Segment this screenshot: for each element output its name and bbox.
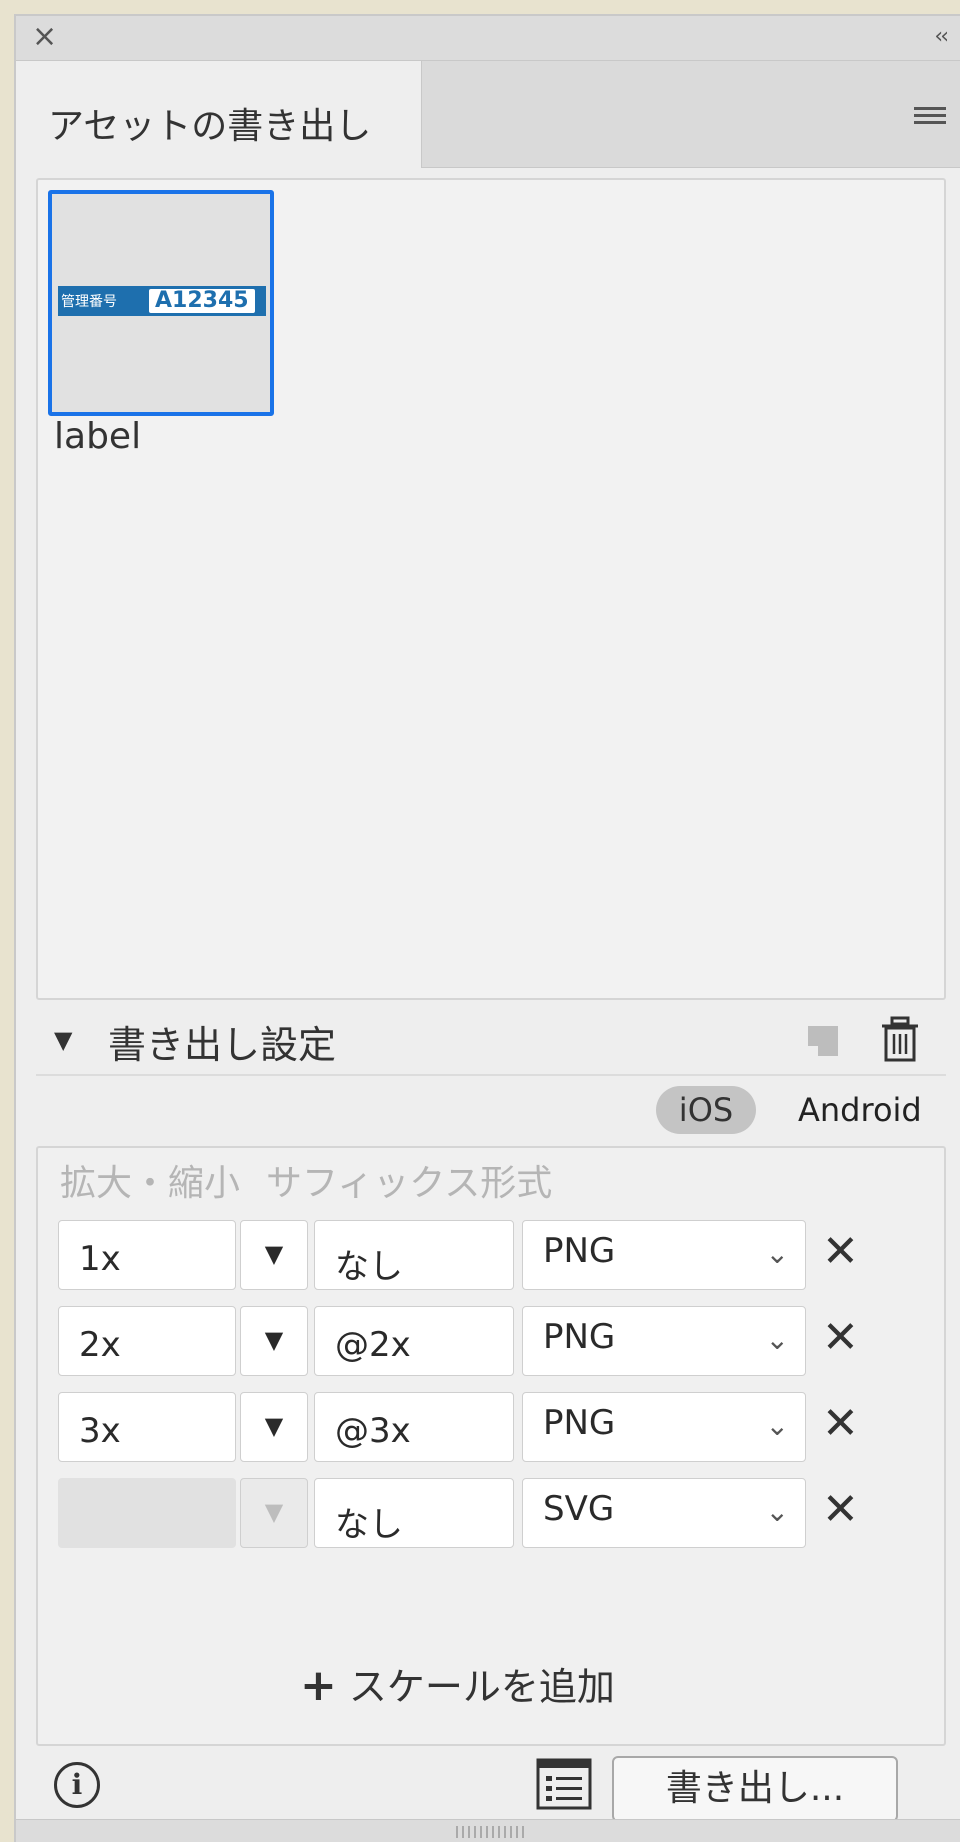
format-value: SVG bbox=[543, 1489, 615, 1529]
disclosure-triangle-icon[interactable]: ▼ bbox=[54, 1026, 72, 1054]
tab-bar: アセットの書き出し bbox=[16, 61, 960, 168]
format-select[interactable]: PNG ⌄ bbox=[522, 1306, 806, 1376]
export-button[interactable]: 書き出し... bbox=[612, 1756, 898, 1822]
format-value: PNG bbox=[543, 1403, 616, 1443]
chevron-down-icon: ⌄ bbox=[765, 1495, 789, 1528]
format-select[interactable]: PNG ⌄ bbox=[522, 1220, 806, 1290]
asset-export-panel: × ‹‹ アセットの書き出し 管理番号 A12345 label ▼ 書き出し設… bbox=[14, 14, 960, 1842]
panel-titlebar: × ‹‹ bbox=[16, 16, 960, 61]
remove-row-icon[interactable]: ✕ bbox=[822, 1480, 859, 1540]
panel-footer: i 書き出し... bbox=[36, 1756, 946, 1822]
plus-icon: + bbox=[300, 1660, 337, 1711]
scale-dropdown-icon[interactable]: ▼ bbox=[240, 1392, 308, 1462]
tab-label: アセットの書き出し bbox=[48, 106, 372, 147]
preview-tag-text: 管理番号 bbox=[61, 294, 117, 310]
asset-name[interactable]: label bbox=[54, 416, 141, 457]
add-scale-button[interactable]: + スケールを追加 bbox=[300, 1656, 615, 1711]
column-headers: 拡大・縮小 サフィックス形式 bbox=[60, 1154, 578, 1206]
info-icon[interactable]: i bbox=[54, 1762, 100, 1808]
trash-icon[interactable] bbox=[878, 1016, 922, 1064]
duplicate-icon[interactable] bbox=[808, 1026, 838, 1056]
scale-input bbox=[58, 1478, 236, 1548]
scale-row: 1x ▼ なし PNG ⌄ ✕ bbox=[58, 1220, 878, 1292]
chevron-down-icon: ⌄ bbox=[765, 1323, 789, 1356]
resize-bar bbox=[16, 1819, 960, 1842]
column-header-format: 形式 bbox=[480, 1163, 553, 1204]
format-select[interactable]: PNG ⌄ bbox=[522, 1392, 806, 1462]
add-scale-label: スケールを追加 bbox=[348, 1665, 615, 1709]
suffix-input[interactable]: @2x bbox=[314, 1306, 514, 1376]
hamburger-menu-icon[interactable] bbox=[914, 107, 946, 128]
remove-row-icon[interactable]: ✕ bbox=[822, 1308, 859, 1368]
format-value: PNG bbox=[543, 1231, 616, 1271]
format-value: PNG bbox=[543, 1317, 616, 1357]
chevron-down-icon: ⌄ bbox=[765, 1237, 789, 1270]
scale-dropdown-icon[interactable]: ▼ bbox=[240, 1220, 308, 1290]
asset-preview: 管理番号 A12345 bbox=[58, 286, 266, 316]
scale-input[interactable]: 3x bbox=[58, 1392, 236, 1462]
close-icon[interactable]: × bbox=[32, 22, 57, 52]
scale-input[interactable]: 1x bbox=[58, 1220, 236, 1290]
assets-area: 管理番号 A12345 label bbox=[36, 178, 946, 1000]
section-title: 書き出し設定 bbox=[108, 1023, 337, 1067]
scale-input[interactable]: 2x bbox=[58, 1306, 236, 1376]
suffix-input[interactable]: なし bbox=[314, 1478, 514, 1548]
chevron-down-icon: ⌄ bbox=[765, 1409, 789, 1442]
scale-row: ▼ なし SVG ⌄ ✕ bbox=[58, 1478, 878, 1550]
collapse-icon[interactable]: ‹‹ bbox=[934, 24, 949, 49]
suffix-input[interactable]: なし bbox=[314, 1220, 514, 1290]
asset-thumbnail[interactable]: 管理番号 A12345 bbox=[48, 190, 274, 416]
resize-grip-icon[interactable] bbox=[456, 1826, 526, 1838]
platform-switch: iOS Android bbox=[36, 1082, 946, 1138]
column-header-suffix: サフィックス bbox=[266, 1163, 481, 1204]
scale-row: 2x ▼ @2x PNG ⌄ ✕ bbox=[58, 1306, 878, 1378]
scale-dropdown-icon[interactable]: ▼ bbox=[240, 1306, 308, 1376]
format-select[interactable]: SVG ⌄ bbox=[522, 1478, 806, 1548]
remove-row-icon[interactable]: ✕ bbox=[822, 1222, 859, 1282]
scale-settings: 拡大・縮小 サフィックス形式 1x ▼ なし PNG ⌄ ✕ 2x ▼ @2x P… bbox=[36, 1146, 946, 1746]
list-settings-icon[interactable] bbox=[536, 1758, 592, 1810]
preview-code-text: A12345 bbox=[149, 289, 255, 313]
android-button[interactable]: Android bbox=[798, 1086, 922, 1134]
suffix-input[interactable]: @3x bbox=[314, 1392, 514, 1462]
scale-dropdown-icon: ▼ bbox=[240, 1478, 308, 1548]
column-header-scale: 拡大・縮小 bbox=[60, 1163, 241, 1204]
tab-asset-export[interactable]: アセットの書き出し bbox=[16, 61, 422, 168]
remove-row-icon[interactable]: ✕ bbox=[822, 1394, 859, 1454]
scale-row: 3x ▼ @3x PNG ⌄ ✕ bbox=[58, 1392, 878, 1464]
ios-button[interactable]: iOS bbox=[656, 1086, 756, 1134]
export-settings-header: ▼ 書き出し設定 bbox=[36, 1010, 946, 1076]
